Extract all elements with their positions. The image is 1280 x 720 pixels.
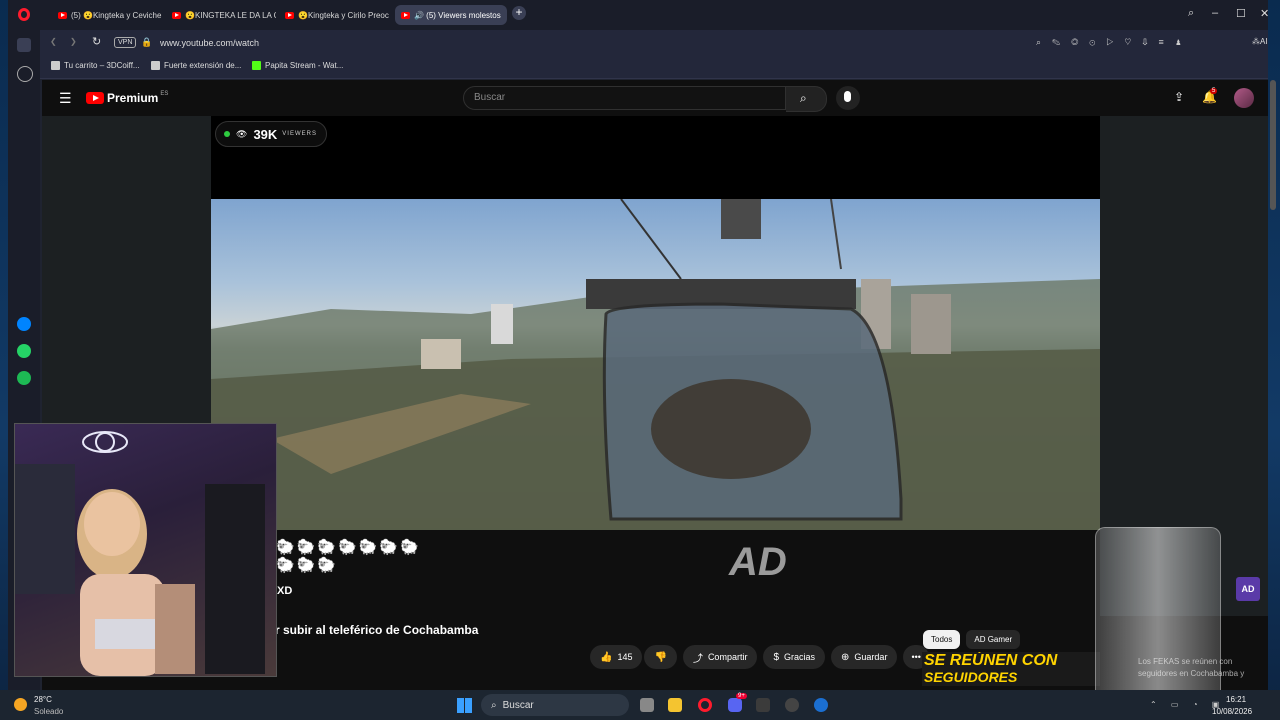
tab-bar: (5) 😮Kingteka y Ceviche 😮KINGTEKA LE DA … <box>8 0 1269 30</box>
video-title: r subir al teleférico de Cochabamba <box>275 623 479 637</box>
glass-cup-overlay <box>1095 527 1221 705</box>
lock-icon: 🔒 <box>141 37 153 47</box>
youtube-favicon-icon <box>285 11 294 19</box>
youtube-favicon-icon <box>172 11 181 19</box>
cable-car-scene <box>211 199 1100 532</box>
related-video-thumbnail[interactable]: SE REÚNEN CON SEGUIDORES <box>922 652 1100 686</box>
opera-logo-icon[interactable] <box>18 8 30 21</box>
vpn-badge[interactable]: VPN <box>114 37 137 48</box>
tab-kingteka-le-da[interactable]: 😮KINGTEKA LE DA LA C <box>166 5 276 25</box>
tab-viewers-molestos[interactable]: 🔊 (5) Viewers molestos <box>395 5 507 25</box>
bookmarks-bar: Tu carrito – 3DCoiff... Fuerte extensión… <box>8 56 1268 79</box>
task-view-icon[interactable] <box>640 698 654 712</box>
tab-kingteka-ceviche[interactable]: (5) 😮Kingteka y Ceviche <box>52 5 164 25</box>
file-explorer-icon[interactable] <box>668 698 682 712</box>
discord-badge: 9+ <box>736 693 747 699</box>
settings-gear-icon[interactable] <box>814 698 828 712</box>
mic-icon <box>844 91 851 102</box>
chip-ad-gamer[interactable]: AD Gamer <box>966 630 1021 649</box>
spotify-icon[interactable] <box>17 371 31 385</box>
thanks-icon: $ <box>773 651 780 663</box>
minimize-button[interactable]: – <box>1212 7 1218 19</box>
thumbnail-text-top: SE REÚNEN CON <box>924 652 1058 669</box>
voice-search-button[interactable] <box>836 86 860 110</box>
channel-watermark: AD <box>729 540 787 584</box>
related-filter-chips: Todos AD Gamer <box>923 630 1021 649</box>
menu-icon[interactable]: ☰ <box>59 90 72 107</box>
chip-todos[interactable]: Todos <box>923 630 961 649</box>
bookmark-favicon-icon <box>151 61 160 70</box>
video-actions: 👍 145 👎 ⤴ Compartir $ Gracias ⊕ Guardar ••• <box>590 645 929 669</box>
search-icon: ⌕ <box>800 91 807 105</box>
upload-icon[interactable]: ⇪ <box>1174 90 1184 104</box>
thumbnail-text-bottom: SEGUIDORES <box>924 669 1018 685</box>
search-button[interactable]: ⌕ <box>786 86 827 112</box>
clock-date[interactable]: 10/08/2026 <box>1212 707 1252 716</box>
avatar[interactable] <box>1234 88 1254 108</box>
search-input[interactable]: Buscar <box>463 86 786 110</box>
search-icon: ⌕ <box>491 699 497 711</box>
viewers-badge: 👁 39K VIEWERS <box>215 121 327 147</box>
weather-sun-icon[interactable] <box>14 698 27 711</box>
weather-temp[interactable]: 28°C <box>34 695 52 704</box>
new-tab-button[interactable]: + <box>512 6 526 20</box>
eye-icon: 👁 <box>236 128 248 139</box>
chat-message: XD <box>277 585 293 597</box>
app-icon[interactable] <box>756 698 770 712</box>
webcam-scene <box>15 431 265 676</box>
more-icon: ••• <box>911 652 921 662</box>
save-button[interactable]: ⊕ Guardar <box>831 645 898 669</box>
opera-icon[interactable] <box>698 698 712 712</box>
address-bar: ❮ ❯ ↻ VPN 🔒 www.youtube.com/watch ⌕✎◎⊙▷♡… <box>8 30 1268 56</box>
thumbs-up-icon: 👍 <box>600 651 613 663</box>
kick-favicon-icon <box>252 61 261 70</box>
video-frame[interactable] <box>211 199 1100 532</box>
share-button[interactable]: ⤴ Compartir <box>682 645 758 669</box>
weather-condition[interactable]: Soleado <box>34 707 63 716</box>
youtube-favicon-icon <box>401 11 410 19</box>
windows-start-icon[interactable] <box>457 698 472 713</box>
windows-taskbar: 28°C Soleado ⌕ Buscar 9+ ⌃ ▭ ◔ ▣ 16:21 10… <box>0 690 1280 720</box>
bookmark-3dcoiff[interactable]: Tu carrito – 3DCoiff... <box>51 61 140 70</box>
search-tabs-icon[interactable]: ⌕ <box>1188 7 1194 20</box>
thumbs-down-icon: 👎 <box>654 651 667 663</box>
close-button[interactable]: ✕ <box>1260 7 1269 20</box>
url-field[interactable]: www.youtube.com/watch <box>160 38 259 48</box>
video-player[interactable]: 👁 39K VIEWERS <box>211 116 1100 532</box>
clock-time[interactable]: 16:21 <box>1226 695 1246 704</box>
taskbar-search[interactable]: ⌕ Buscar <box>481 694 629 716</box>
share-icon: ⤴ <box>692 653 703 665</box>
discord-icon[interactable] <box>728 698 742 712</box>
back-button[interactable]: ❮ <box>50 37 57 46</box>
messenger-icon[interactable] <box>17 317 31 331</box>
dislike-button[interactable]: 👎 <box>644 645 677 669</box>
save-icon: ⊕ <box>841 651 850 663</box>
thanks-button[interactable]: $ Gracias <box>763 645 826 669</box>
channel-avatar[interactable]: AD <box>1236 577 1260 601</box>
like-button[interactable]: 👍 145 <box>590 645 643 669</box>
bookmark-fuerte-extension[interactable]: Fuerte extensión de... <box>151 61 241 70</box>
youtube-favicon-icon <box>58 11 67 19</box>
youtube-header: ☰ Premium ES Buscar ⌕ ⇪ 🔔 5 <box>42 80 1268 116</box>
obs-icon[interactable] <box>785 698 799 712</box>
streamer-webcam <box>14 423 277 677</box>
chat-emotes: 🐑🐑🐑🐑🐑🐑🐑 🐑🐑🐑 <box>276 539 421 574</box>
ai-button[interactable]: ⁂AI <box>1252 37 1268 46</box>
youtube-play-icon <box>86 92 104 104</box>
live-dot-icon <box>224 131 230 137</box>
bookmark-papita-stream[interactable]: Papita Stream - Wat... <box>252 61 343 70</box>
star-icon[interactable] <box>17 66 33 82</box>
forward-button[interactable]: ❯ <box>70 37 77 46</box>
youtube-logo[interactable]: Premium ES <box>86 91 168 105</box>
bookmark-favicon-icon <box>51 61 60 70</box>
page-scrollbar[interactable] <box>1270 80 1276 210</box>
tab-kingteka-cirilo[interactable]: 😮Kingteka y Cirilo Preoc <box>279 5 391 25</box>
maximize-button[interactable]: ☐ <box>1236 7 1246 20</box>
home-icon[interactable] <box>17 38 31 52</box>
toolbar-icons: ⌕✎◎⊙▷♡⇩≡♟ <box>1036 37 1193 47</box>
whatsapp-icon[interactable] <box>17 344 31 358</box>
reload-button[interactable]: ↻ <box>92 35 101 48</box>
